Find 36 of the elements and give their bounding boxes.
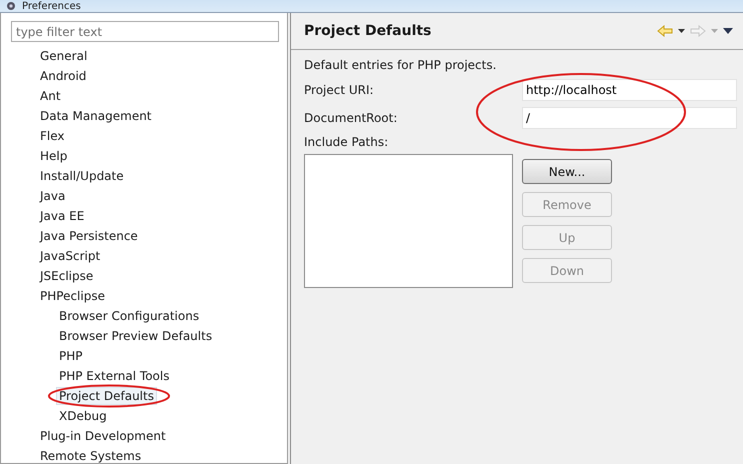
tree-item[interactable]: PHP [56,347,86,365]
include-paths-label: Include Paths: [304,134,390,151]
tree-item[interactable]: Plug-in Development [37,427,169,445]
tree-item[interactable]: Ant [37,87,64,105]
tree-item[interactable]: Java [37,187,68,205]
tree-item[interactable]: Java Persistence [37,227,141,245]
tree-item[interactable]: PHPeclipse [37,287,108,305]
filter-field[interactable]: type filter text [11,21,279,42]
field-label: Project URI: [304,83,374,97]
tree-item[interactable]: PHP External Tools [56,367,172,385]
page-title: Project Defaults [304,23,432,39]
tree-item[interactable]: Remote Systems [37,447,144,464]
description-text: Default entries for PHP projects. [304,57,498,74]
tree-item[interactable]: Java EE [37,207,88,225]
tree-item[interactable]: General [37,47,90,65]
field-label: DocumentRoot: [304,111,398,125]
tree-item[interactable]: Help [37,147,70,165]
include-paths-list[interactable] [304,154,513,288]
dropdown-icon[interactable] [678,29,685,33]
tree-item[interactable]: Install/Update [37,167,127,185]
menu-icon[interactable] [723,28,733,34]
window-title: Preferences [22,0,81,12]
tree-item[interactable]: Browser Preview Defaults [56,327,216,345]
tree-item[interactable]: Android [37,67,90,85]
input-field[interactable]: http://localhost [522,79,737,101]
input-field[interactable]: / [522,107,737,129]
tree-item[interactable]: JSEclipse [37,267,96,285]
gear-icon [4,1,18,11]
tree-item[interactable]: Project Defaults [56,387,157,405]
back-icon[interactable] [657,25,673,37]
tree-item[interactable]: XDebug [56,407,110,425]
tree-item[interactable]: JavaScript [37,247,104,265]
tree-item[interactable]: Data Management [37,107,155,125]
tree-item[interactable]: Flex [37,127,68,145]
tree-item[interactable]: Browser Configurations [56,307,202,325]
action-button[interactable]: New... [522,159,612,184]
